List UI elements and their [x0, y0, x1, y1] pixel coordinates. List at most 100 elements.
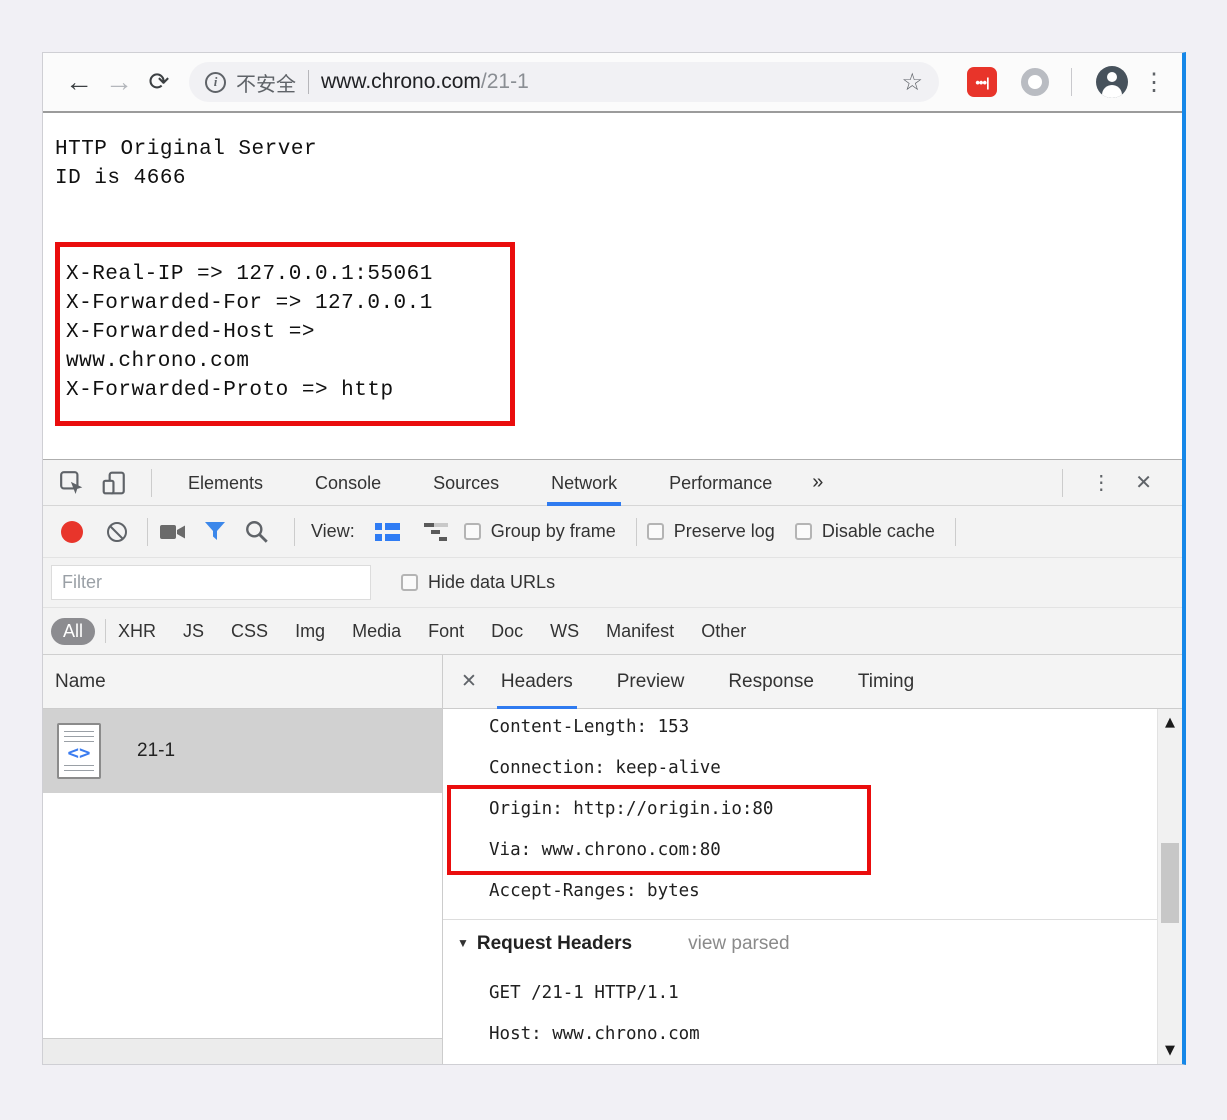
controls-divider-2	[294, 518, 295, 546]
request-list-empty	[43, 793, 442, 1038]
request-list-footer	[43, 1038, 442, 1064]
section-divider	[443, 919, 1157, 920]
record-icon[interactable]	[61, 521, 83, 543]
tab-response[interactable]: Response	[724, 655, 818, 709]
request-name: 21-1	[137, 740, 175, 762]
url-path: /21-1	[481, 70, 529, 94]
tab-network[interactable]: Network	[547, 460, 621, 506]
tab-timing[interactable]: Timing	[854, 655, 918, 709]
close-details-icon[interactable]: ✕	[461, 670, 477, 693]
scrollbar-thumb[interactable]	[1161, 843, 1179, 923]
response-header-connection: Connection: keep-alive	[489, 758, 721, 778]
type-filter-ws[interactable]: WS	[550, 621, 579, 642]
browser-window: ← → ⟳ i 不安全 www.chrono.com /21-1 ☆ •••| …	[42, 52, 1186, 1065]
devtools-panel: Elements Console Sources Network Perform…	[43, 459, 1182, 1064]
header-x-forwarded-for: X-Forwarded-For => 127.0.0.1	[66, 289, 502, 318]
tab-sources[interactable]: Sources	[429, 460, 503, 506]
bookmark-star-icon[interactable]: ☆	[901, 68, 923, 97]
network-filter-bar: Hide data URLs	[43, 558, 1182, 608]
view-label: View:	[311, 521, 355, 542]
disable-cache-checkbox[interactable]	[795, 523, 812, 540]
reload-icon[interactable]: ⟳	[139, 70, 179, 95]
browser-toolbar: ← → ⟳ i 不安全 www.chrono.com /21-1 ☆ •••| …	[43, 53, 1182, 113]
tab-elements[interactable]: Elements	[184, 460, 267, 506]
view-parsed-link[interactable]: view parsed	[688, 933, 789, 954]
response-header-content-length: Content-Length: 153	[489, 717, 689, 737]
details-tab-bar: ✕ Headers Preview Response Timing	[443, 655, 1182, 709]
document-icon: <>	[57, 723, 101, 779]
header-x-forwarded-proto: X-Forwarded-Proto => http	[66, 376, 502, 405]
disable-cache-label: Disable cache	[822, 521, 935, 542]
type-filter-font[interactable]: Font	[428, 621, 464, 642]
type-filter-img[interactable]: Img	[295, 621, 325, 642]
group-by-frame-checkbox[interactable]	[464, 523, 481, 540]
red-annotation-box-headers	[447, 785, 871, 875]
header-x-forwarded-host: X-Forwarded-Host => www.chrono.com	[66, 318, 502, 376]
more-tabs-icon[interactable]: »	[812, 471, 823, 494]
request-header-host: Host: www.chrono.com	[489, 1024, 700, 1044]
disclosure-triangle-icon: ▼	[457, 936, 469, 950]
capture-screenshots-icon[interactable]	[158, 517, 188, 547]
tab-preview[interactable]: Preview	[613, 655, 689, 709]
resource-type-filter-bar: All XHR JS CSS Img Media Font Doc WS Man…	[43, 608, 1182, 655]
type-filter-manifest[interactable]: Manifest	[606, 621, 674, 642]
header-x-real-ip: X-Real-IP => 127.0.0.1:55061	[66, 260, 502, 289]
type-filter-js[interactable]: JS	[183, 621, 204, 642]
view-list-icon[interactable]	[375, 523, 400, 541]
controls-divider-1	[147, 518, 148, 546]
clear-icon[interactable]	[107, 522, 127, 542]
extension-lastpass-icon[interactable]: •••|	[967, 67, 997, 97]
request-list-panel: Name <> 21-1	[43, 655, 443, 1064]
preserve-log-checkbox[interactable]	[647, 523, 664, 540]
devtools-menu-icon[interactable]: ⋮	[1091, 470, 1111, 495]
extension-ring-icon[interactable]	[1021, 68, 1049, 96]
request-row-21-1[interactable]: <> 21-1	[43, 709, 442, 793]
request-headers-section[interactable]: ▼Request Headersview parsed	[457, 933, 790, 955]
controls-divider-4	[955, 518, 956, 546]
group-by-frame-label: Group by frame	[491, 521, 616, 542]
tab-console[interactable]: Console	[311, 460, 385, 506]
page-id-line: ID is 4666	[55, 164, 1182, 193]
security-indicator[interactable]: 不安全	[236, 68, 296, 97]
headers-content: Content-Length: 153 Connection: keep-ali…	[443, 709, 1182, 1064]
hide-data-urls-checkbox[interactable]	[401, 574, 418, 591]
scroll-down-icon[interactable]: ▼	[1158, 1043, 1182, 1058]
response-header-accept-ranges: Accept-Ranges: bytes	[489, 881, 700, 901]
filter-funnel-icon[interactable]	[200, 517, 230, 547]
device-toolbar-icon[interactable]	[99, 468, 129, 498]
page-content: HTTP Original Server ID is 4666 X-Real-I…	[43, 113, 1182, 459]
type-filter-xhr[interactable]: XHR	[118, 621, 156, 642]
request-details-panel: ✕ Headers Preview Response Timing Conten…	[443, 655, 1182, 1064]
devtools-tab-bar: Elements Console Sources Network Perform…	[43, 460, 1182, 506]
view-waterfall-icon[interactable]	[424, 523, 452, 541]
inspect-element-icon[interactable]	[57, 468, 87, 498]
browser-menu-icon[interactable]: ⋮	[1142, 68, 1166, 97]
type-filter-media[interactable]: Media	[352, 621, 401, 642]
type-filter-css[interactable]: CSS	[231, 621, 268, 642]
address-bar[interactable]: i 不安全 www.chrono.com /21-1 ☆	[189, 62, 939, 102]
preserve-log-label: Preserve log	[674, 521, 775, 542]
network-main-area: Name <> 21-1 ✕ Headers Preview	[43, 655, 1182, 1064]
forward-icon[interactable]: →	[99, 68, 139, 96]
request-line-get: GET /21-1 HTTP/1.1	[489, 983, 679, 1003]
type-filter-other[interactable]: Other	[701, 621, 746, 642]
name-column-header[interactable]: Name	[43, 655, 442, 709]
tabbar-right-divider	[1062, 469, 1063, 497]
scroll-up-icon[interactable]: ▲	[1158, 715, 1182, 730]
address-divider	[308, 70, 309, 94]
info-icon[interactable]: i	[205, 72, 226, 93]
back-icon[interactable]: ←	[59, 68, 99, 96]
profile-avatar[interactable]	[1096, 66, 1128, 98]
red-annotation-box: X-Real-IP => 127.0.0.1:55061 X-Forwarded…	[55, 242, 515, 426]
type-filter-all[interactable]: All	[51, 618, 95, 645]
details-scrollbar[interactable]: ▲ ▼	[1157, 709, 1182, 1064]
tab-headers[interactable]: Headers	[497, 655, 577, 709]
search-icon[interactable]	[242, 517, 272, 547]
filter-input[interactable]	[51, 565, 371, 600]
tab-performance[interactable]: Performance	[665, 460, 776, 506]
type-filter-divider	[105, 619, 106, 643]
tabbar-divider	[151, 469, 152, 497]
toolbar-divider	[1071, 68, 1072, 96]
type-filter-doc[interactable]: Doc	[491, 621, 523, 642]
devtools-close-icon[interactable]: ✕	[1135, 470, 1152, 495]
